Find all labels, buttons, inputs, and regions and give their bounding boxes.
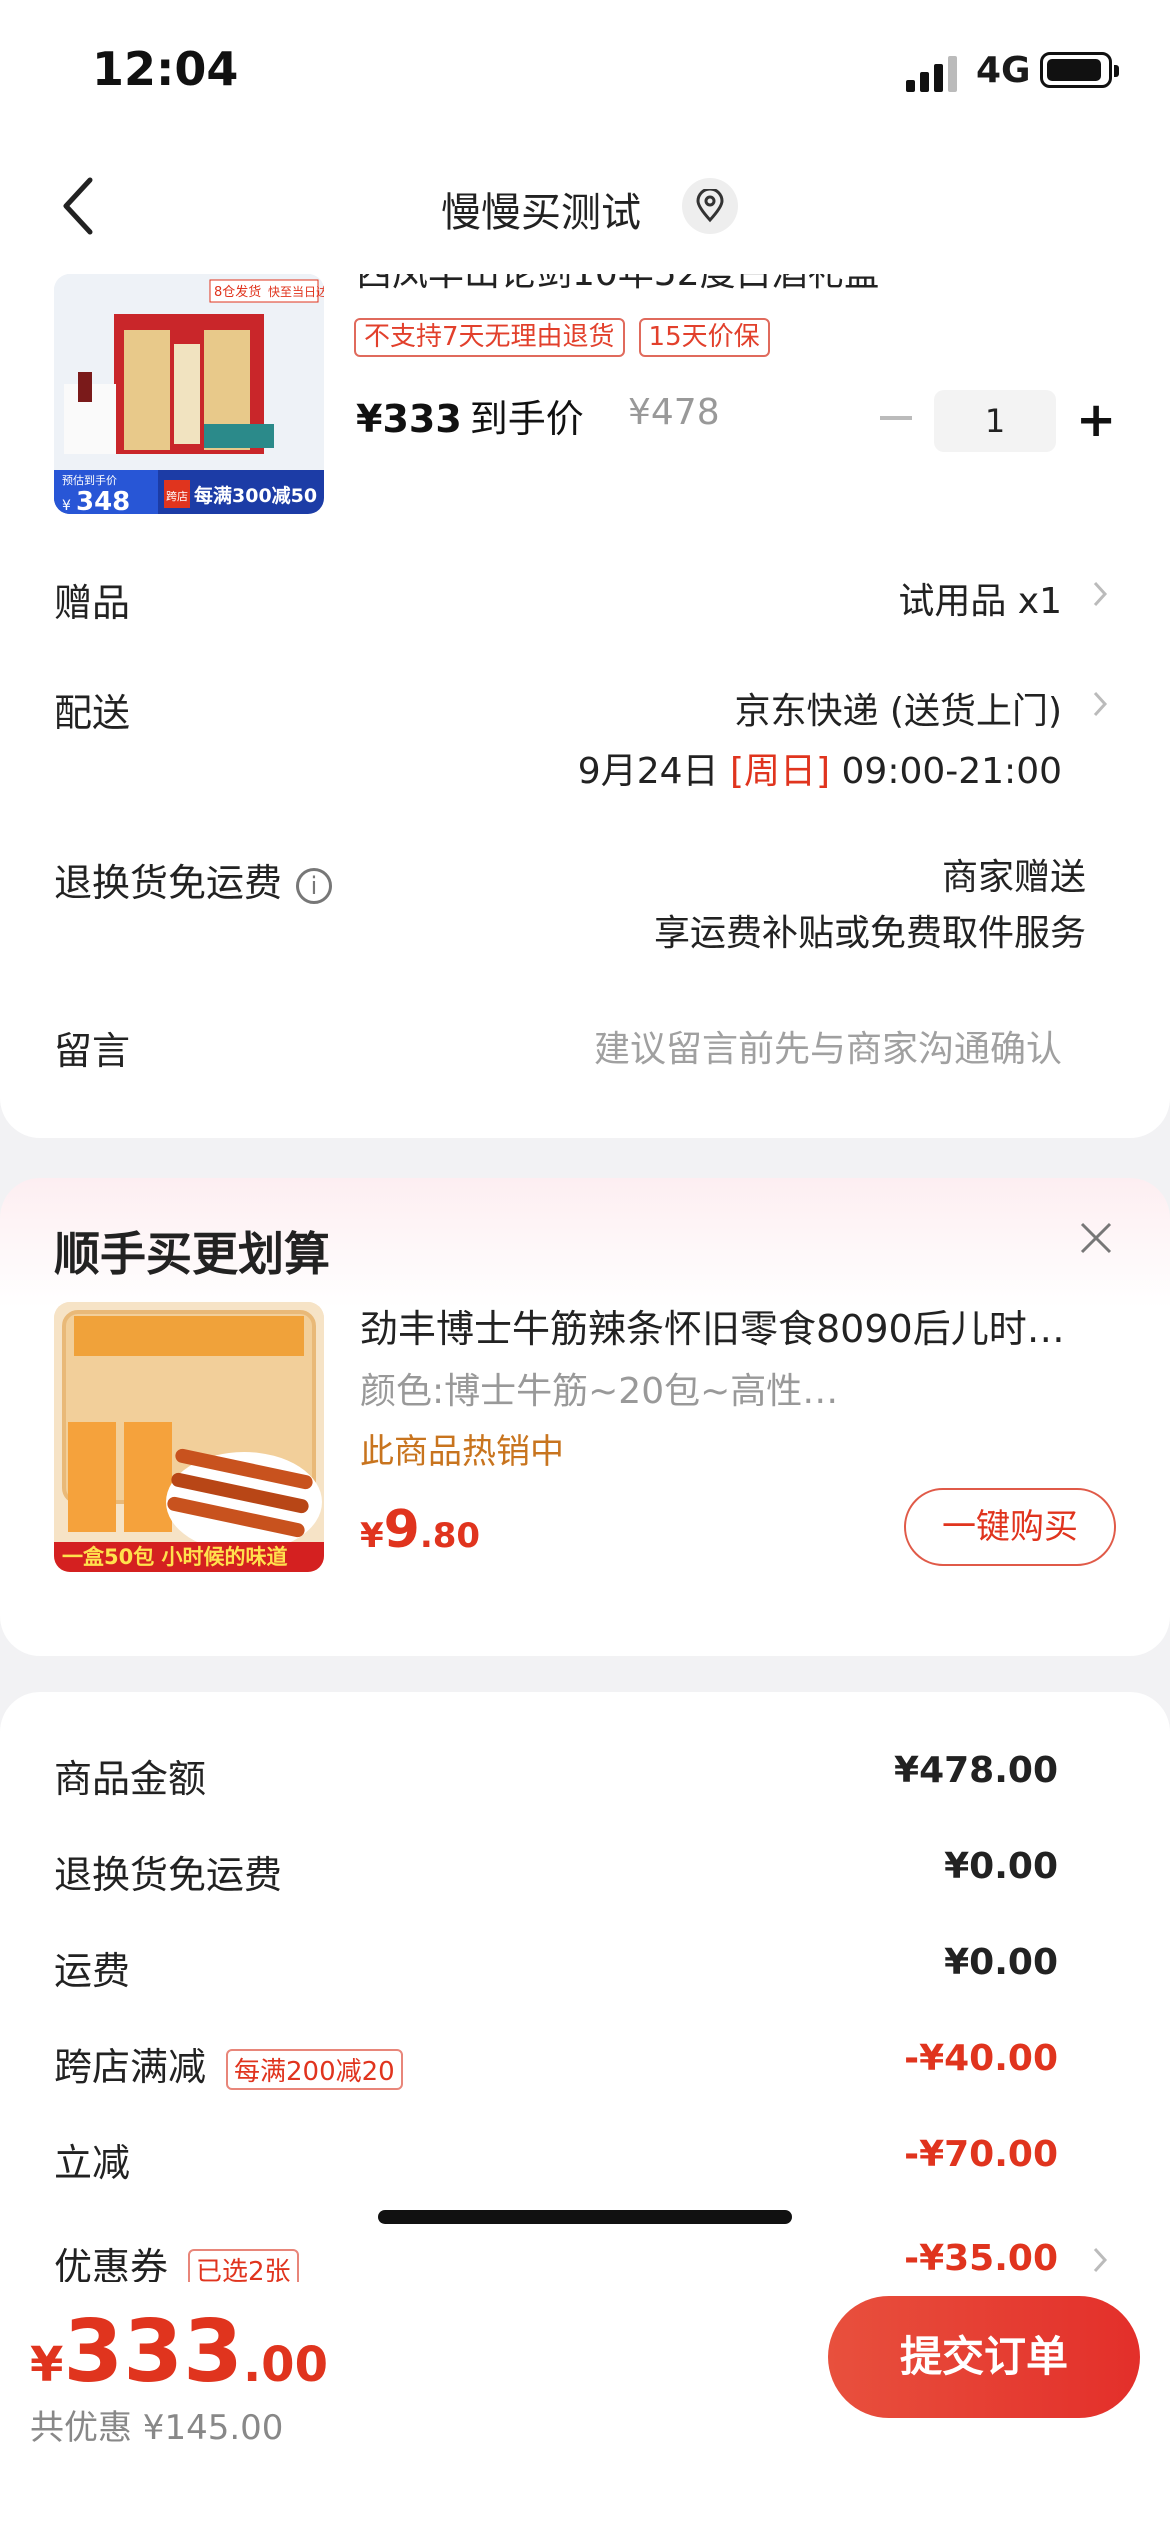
increase-button[interactable]: + bbox=[1076, 394, 1116, 446]
product-tags: 不支持7天无理由退货 15天价保 bbox=[354, 318, 770, 358]
badge-price-label: 预估到手价 bbox=[62, 473, 117, 487]
summary-label-text: 跨店满减 bbox=[54, 2045, 207, 2089]
summary-value: -¥70.00 bbox=[904, 2134, 1058, 2175]
delivery-label: 配送 bbox=[54, 691, 131, 735]
decrease-button[interactable] bbox=[880, 416, 912, 420]
product-price: ¥333 到手价 bbox=[356, 388, 584, 443]
status-bar: 12:04 4G bbox=[0, 0, 1170, 140]
summary-label: 商品金额 bbox=[54, 1748, 206, 1803]
signal-icon bbox=[906, 56, 957, 92]
chevron-right-icon bbox=[1093, 2247, 1108, 2273]
summary-value: -¥40.00 bbox=[904, 2038, 1058, 2079]
location-button[interactable] bbox=[682, 178, 738, 234]
gift-value[interactable]: 试用品 x1 bbox=[898, 572, 1062, 624]
checkout-bar: ¥333.00 共优惠 ¥145.00 提交订单 bbox=[0, 2282, 1170, 2532]
info-icon[interactable]: i bbox=[296, 867, 333, 904]
upsell-image-caption: 一盒50包 小时候的味道 bbox=[62, 1545, 288, 1569]
network-label: 4G bbox=[976, 50, 1031, 91]
return-shipping-row: 退换货免运费 i bbox=[54, 852, 333, 907]
location-icon bbox=[696, 189, 724, 223]
delivery-hours: 09:00-21:00 bbox=[841, 751, 1062, 792]
summary-label: 退换货免运费 bbox=[54, 1844, 282, 1899]
battery-icon bbox=[1040, 52, 1119, 88]
home-indicator bbox=[378, 2210, 792, 2224]
price-label: 到手价 bbox=[469, 397, 584, 441]
close-icon[interactable] bbox=[1076, 1218, 1116, 1258]
summary-label: 运费 bbox=[54, 1940, 130, 1995]
summary-label: 跨店满减 每满200减20 bbox=[54, 2036, 403, 2091]
return-value-2: 享运费补贴或免费取件服务 bbox=[653, 913, 1086, 954]
badge-promo-tag: 跨店 bbox=[166, 489, 188, 503]
upsell-price: ¥9.80 bbox=[360, 1500, 480, 1560]
message-label: 留言 bbox=[54, 1029, 131, 1073]
summary-label-text: 商品金额 bbox=[54, 1757, 207, 1801]
svg-text:¥: ¥ bbox=[62, 498, 71, 514]
upsell-price-dec: .80 bbox=[419, 1516, 481, 1556]
upsell-spec[interactable]: 颜色:博士牛筋~20包~高性… bbox=[360, 1362, 838, 1414]
upsell-hot: 此商品热销中 bbox=[360, 1432, 564, 1472]
summary-value: ¥0.00 bbox=[944, 1846, 1058, 1887]
total-dec: .00 bbox=[242, 2337, 328, 2393]
badge-promo: 每满300减50 bbox=[194, 484, 317, 507]
submit-order-button[interactable]: 提交订单 bbox=[828, 2296, 1140, 2418]
summary-label-text: 退换货免运费 bbox=[54, 1853, 283, 1897]
total-symbol: ¥ bbox=[30, 2337, 64, 2393]
summary-label: 立减 bbox=[54, 2132, 130, 2187]
summary-value: ¥0.00 bbox=[944, 1942, 1058, 1983]
quantity-input[interactable]: 1 bbox=[934, 390, 1056, 452]
summary-value[interactable]: -¥35.00 bbox=[904, 2238, 1058, 2279]
summary-label-text: 运费 bbox=[54, 1949, 131, 1993]
tag-price-protect: 15天价保 bbox=[638, 318, 770, 358]
price-value: ¥333 bbox=[356, 397, 462, 441]
chevron-right-icon bbox=[1093, 691, 1108, 717]
original-price: ¥478 bbox=[628, 392, 720, 433]
message-input[interactable]: 建议留言前先与商家沟通确认 bbox=[594, 1020, 1062, 1072]
upsell-card: 顺手买更划算 一盒50包 小时候的味道 劲丰博士牛筋辣条怀旧零食8090后儿时…… bbox=[0, 1178, 1170, 1656]
return-value-1: 商家赠送 bbox=[941, 857, 1086, 898]
page-title: 慢慢买测试 bbox=[441, 190, 641, 236]
upsell-price-symbol: ¥ bbox=[360, 1516, 384, 1556]
chevron-right-icon bbox=[1093, 581, 1108, 607]
upsell-title: 顺手买更划算 bbox=[54, 1227, 330, 1281]
nav-bar: 慢慢买测试 bbox=[0, 140, 1170, 274]
upsell-name[interactable]: 劲丰博士牛筋辣条怀旧零食8090后儿时… bbox=[360, 1298, 1112, 1353]
badge-delivery: 8仓发货 bbox=[214, 284, 261, 300]
price-summary: 商品金额 ¥478.00 退换货免运费 ¥0.00 运费 ¥0.00 跨店满减 每满200减2… bbox=[0, 1692, 1170, 2332]
summary-tag: 每满200减20 bbox=[226, 2049, 403, 2090]
total-int: 333 bbox=[63, 2302, 243, 2402]
summary-value: ¥478.00 bbox=[894, 1750, 1058, 1791]
gift-label: 赠品 bbox=[54, 581, 131, 625]
upsell-image[interactable]: 一盒50包 小时候的味道 bbox=[54, 1302, 324, 1572]
order-card: 8仓发货 快至当日达 预估到手价 ¥ 348 跨店 每满300减50 西凤华山论… bbox=[0, 274, 1170, 1138]
one-click-buy-button[interactable]: 一键购买 bbox=[904, 1488, 1116, 1566]
delivery-date: 9月24日 bbox=[577, 751, 719, 792]
summary-label-text: 立减 bbox=[54, 2141, 131, 2185]
delivery-day: [周日] bbox=[729, 751, 831, 792]
status-time: 12:04 bbox=[92, 42, 239, 96]
tag-no-return: 不支持7天无理由退货 bbox=[354, 318, 625, 358]
delivery-time: 9月24日 [周日] 09:00-21:00 bbox=[578, 742, 1062, 794]
return-label: 退换货免运费 bbox=[54, 861, 283, 905]
upsell-price-int: 9 bbox=[383, 1500, 420, 1560]
badge-sameday: 快至当日达 bbox=[268, 285, 324, 299]
total-saved: 共优惠 ¥145.00 bbox=[30, 2408, 284, 2448]
product-image[interactable]: 8仓发货 快至当日达 预估到手价 ¥ 348 跨店 每满300减50 bbox=[54, 274, 324, 514]
total-price: ¥333.00 bbox=[30, 2302, 328, 2402]
delivery-value[interactable]: 京东快递 (送货上门) bbox=[734, 682, 1062, 734]
product-name[interactable]: 西凤华山论剑10年52度白酒礼盒 bbox=[356, 274, 880, 296]
badge-price: 348 bbox=[76, 487, 130, 514]
